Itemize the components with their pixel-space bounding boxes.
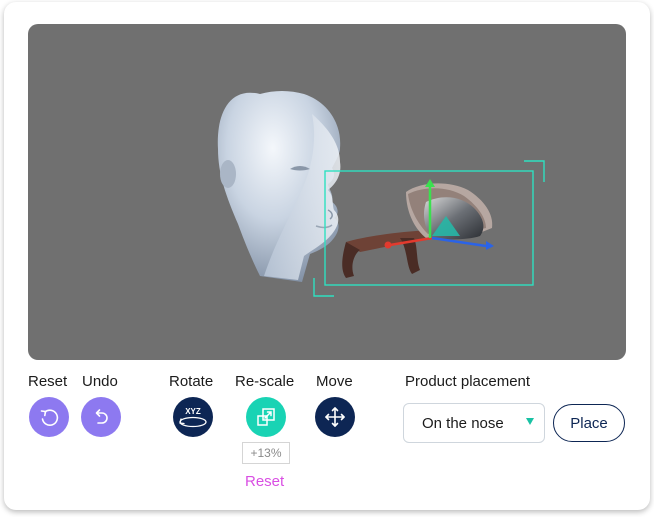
undo-icon (95, 409, 108, 424)
product-placement-value: On the nose (422, 415, 504, 432)
move-arrows-icon (325, 407, 345, 427)
mannequin-head (217, 91, 341, 282)
undo-label: Undo (82, 373, 118, 390)
place-button[interactable]: Place (553, 404, 625, 442)
product-placement-select[interactable]: On the nose (403, 403, 545, 443)
reset-label: Reset (28, 373, 68, 390)
move-button[interactable] (315, 397, 355, 437)
glasses-model[interactable] (342, 179, 494, 278)
rescale-label: Re-scale (235, 373, 295, 390)
reset-button[interactable] (29, 397, 69, 437)
rotate-button[interactable]: XYZ (173, 397, 213, 437)
product-placement-title: Product placement (405, 373, 531, 390)
3d-scene (217, 91, 545, 297)
rescale-icon (257, 408, 275, 426)
rotate-left-icon (40, 409, 59, 426)
3d-viewport[interactable] (28, 24, 626, 360)
scale-percentage-badge: +13% (242, 442, 290, 464)
rotate-label: Rotate (169, 373, 214, 390)
xyz-rotate-icon: XYZ (179, 407, 207, 428)
rescale-button[interactable] (246, 397, 286, 437)
undo-button[interactable] (81, 397, 121, 437)
move-label: Move (316, 373, 353, 390)
xyz-text: XYZ (185, 407, 201, 416)
scale-reset-link[interactable]: Reset (245, 473, 284, 490)
caret-down-icon (526, 418, 534, 425)
